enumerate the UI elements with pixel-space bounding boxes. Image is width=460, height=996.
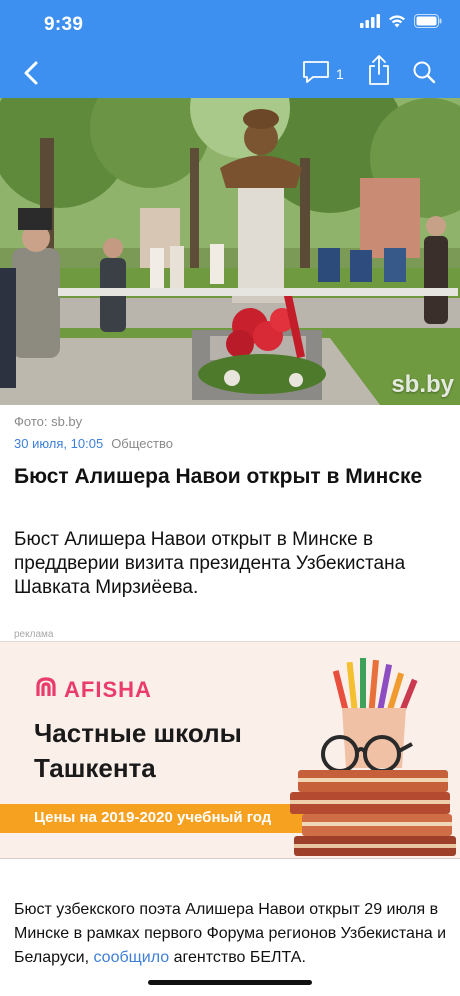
monument-photo-illustration: [0, 98, 460, 405]
back-chevron-icon: [23, 61, 39, 90]
article-body-tail: агентство БЕЛТА.: [173, 949, 306, 966]
comments-button[interactable]: 1: [302, 60, 344, 88]
article-date: 30 июля, 10:05: [14, 436, 104, 451]
status-bar: 9:39: [0, 0, 460, 50]
article-meta: 30 июля, 10:05 Общество: [14, 436, 173, 451]
status-icons: [360, 14, 442, 33]
article-body: Бюст узбекского поэта Алишера Навои откр…: [14, 898, 448, 970]
afisha-logo-icon: [34, 676, 58, 703]
afisha-logo: AFISHA: [34, 676, 152, 703]
comment-count: 1: [336, 66, 344, 82]
article-category[interactable]: Общество: [111, 436, 173, 451]
signal-icon: [360, 14, 380, 33]
source-link[interactable]: сообщило: [93, 949, 169, 966]
status-time: 9:39: [44, 14, 84, 35]
ad-label: реклама: [14, 629, 54, 640]
banner-headline: Частные школы Ташкента: [34, 718, 242, 783]
battery-icon: [414, 14, 442, 33]
comment-icon: [302, 60, 330, 89]
article-photo[interactable]: sb.by: [0, 98, 460, 405]
share-button[interactable]: [364, 54, 394, 90]
books-pencils-illustration: [290, 658, 456, 856]
search-icon: [412, 60, 436, 89]
back-button[interactable]: [14, 58, 48, 92]
banner-strip-text: Цены на 2019-2020 учебный год: [34, 809, 272, 826]
nav-bar: 1: [0, 50, 460, 98]
article-lead: Бюст Алишера Навои открыт в Минске в пре…: [14, 529, 406, 598]
search-button[interactable]: [410, 60, 438, 88]
wifi-icon: [388, 14, 406, 33]
afisha-brand: AFISHA: [64, 676, 152, 702]
banner-price-strip: Цены на 2019-2020 учебный год: [0, 804, 314, 833]
photo-watermark: sb.by: [391, 371, 454, 398]
home-indicator[interactable]: [148, 980, 312, 985]
share-icon: [367, 54, 391, 91]
photo-credit: Фото: sb.by: [14, 414, 83, 429]
ad-banner[interactable]: AFISHA Частные школы Ташкента Цены на 20…: [0, 641, 460, 859]
app-header: 9:39 1: [0, 0, 460, 98]
article-title: Бюст Алишера Навои открыт в Минске: [14, 465, 423, 488]
